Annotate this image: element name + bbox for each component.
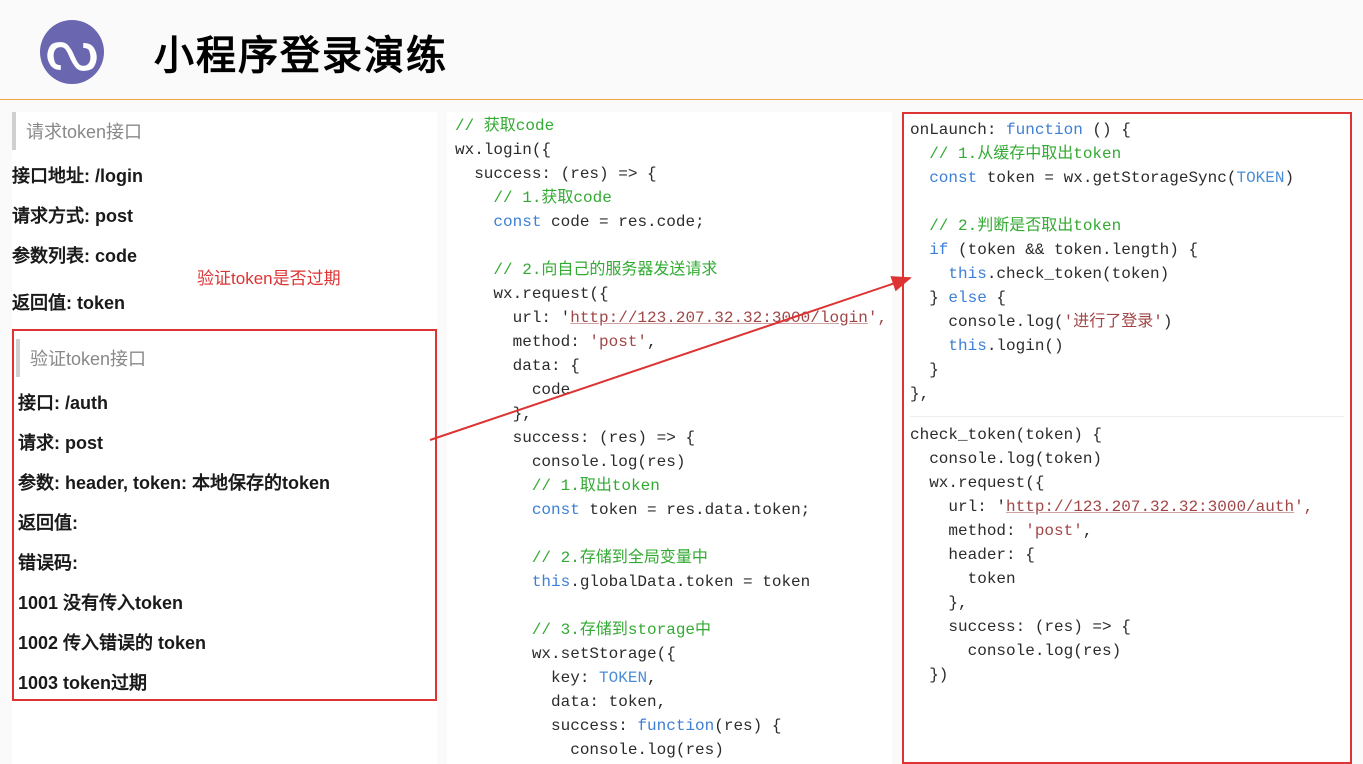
wechat-miniprogram-logo: ᔓ — [40, 20, 104, 84]
code-block-onlaunch: onLaunch: function () { // 1.从缓存中取出token… — [910, 118, 1344, 406]
code-panel-login-flow: // 获取code wx.login({ success: (res) => {… — [447, 112, 892, 764]
code-block-check-token: check_token(token) { console.log(token) … — [910, 423, 1344, 687]
api-method-auth: 请求: post — [18, 429, 431, 455]
api-addr-auth: 接口: /auth — [18, 389, 431, 415]
error-1003: 1003 token过期 — [18, 669, 431, 695]
api-spec-panel: 请求token接口 接口地址: /login 请求方式: post 参数列表: … — [12, 112, 437, 764]
header: ᔓ 小程序登录演练 — [0, 0, 1363, 100]
section-title-auth-token: 验证token接口 — [16, 339, 431, 377]
logo-glyph: ᔓ — [45, 15, 99, 85]
api-return-auth: 返回值: — [18, 509, 431, 535]
api-method: 请求方式: post — [12, 202, 437, 228]
error-code-label: 错误码: — [18, 549, 431, 575]
annotation-validate-token: 验证token是否过期 — [197, 264, 341, 289]
api-addr: 接口地址: /login — [12, 162, 437, 188]
page-title: 小程序登录演练 — [154, 23, 448, 81]
error-1001: 1001 没有传入token — [18, 589, 431, 615]
api-return: 返回值: token — [12, 289, 437, 315]
api-params: 参数列表: code — [12, 242, 137, 268]
section-title-request-token: 请求token接口 — [12, 112, 437, 150]
auth-api-box: 验证token接口 接口: /auth 请求: post 参数: header,… — [12, 329, 437, 701]
error-1002: 1002 传入错误的 token — [18, 629, 431, 655]
code-block-middle: // 获取code wx.login({ success: (res) => {… — [455, 114, 884, 762]
code-panel-onlaunch: onLaunch: function () { // 1.从缓存中取出token… — [902, 112, 1352, 764]
api-params-auth: 参数: header, token: 本地保存的token — [18, 469, 431, 495]
